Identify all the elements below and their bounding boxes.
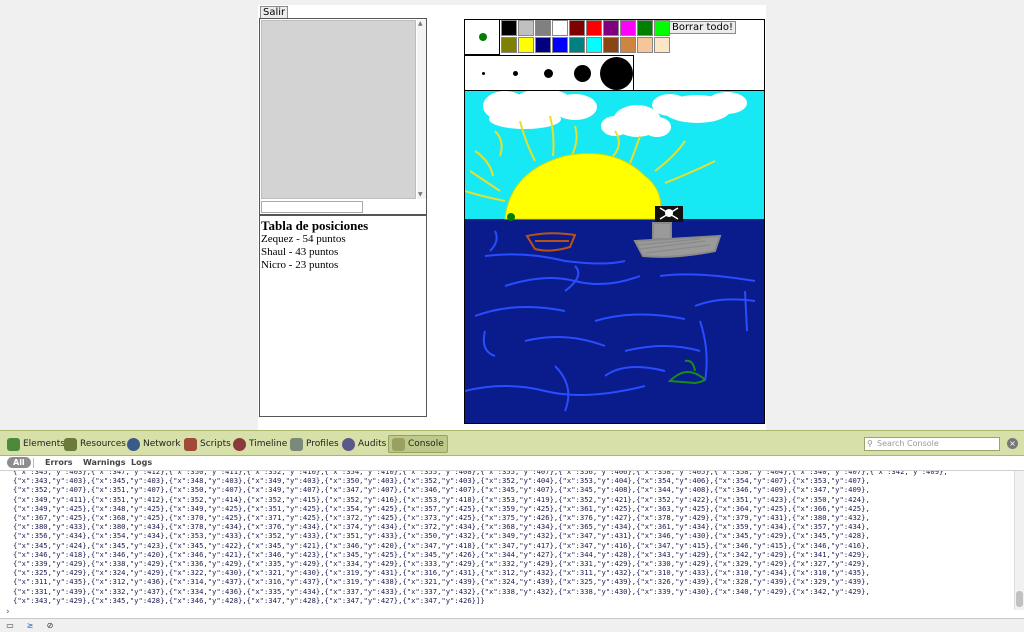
scoreboard: Tabla de posiciones Zequez - 54 puntos S… [259, 215, 427, 417]
color-swatch[interactable] [569, 37, 585, 53]
console-line: {"x":346,"y":418},{"x":346,"y":420},{"x"… [13, 549, 870, 559]
tab-console[interactable]: Console [388, 435, 448, 453]
chat-panel: ▲ ▼ [259, 18, 427, 215]
current-color-dot [479, 33, 487, 41]
filter-logs[interactable]: Logs [131, 458, 152, 467]
audits-icon [342, 437, 355, 451]
color-swatch[interactable] [552, 37, 568, 53]
color-swatch[interactable] [569, 20, 585, 36]
console-line: {"x":345,"y":424},{"x":345,"y":423},{"x"… [13, 540, 870, 550]
console-line: {"x":311,"y":435},{"x":312,"y":436},{"x"… [13, 577, 870, 587]
scrollbar-thumb[interactable] [1016, 591, 1023, 607]
tab-profiles[interactable]: Profiles [287, 435, 342, 453]
scroll-down-icon[interactable]: ▼ [418, 191, 423, 198]
elements-icon [7, 437, 20, 451]
brush-size-3[interactable] [544, 69, 553, 78]
score-row: Shaul - 43 puntos [261, 246, 339, 258]
console-line: {"x":349,"y":411},{"x":351,"y":412},{"x"… [13, 494, 870, 504]
drawing-canvas[interactable] [464, 90, 765, 424]
console-line: {"x":367,"y":425},{"x":368,"y":425},{"x"… [13, 513, 870, 523]
profiles-icon [290, 437, 303, 451]
tab-resources[interactable]: Resources [61, 435, 129, 453]
clear-all-button[interactable]: Borrar todo! [669, 21, 736, 34]
console-icon [392, 437, 405, 451]
color-swatch[interactable] [654, 20, 670, 36]
search-icon: ⚲ [867, 439, 873, 448]
color-swatch[interactable] [552, 20, 568, 36]
color-swatch[interactable] [586, 37, 602, 53]
color-swatch[interactable] [586, 20, 602, 36]
resources-icon [64, 437, 77, 451]
console-line: {"x":325,"y":429},{"x":324,"y":429},{"x"… [13, 568, 870, 578]
tab-elements[interactable]: Elements [4, 435, 68, 453]
tab-scripts[interactable]: Scripts [181, 435, 234, 453]
color-swatch[interactable] [603, 37, 619, 53]
tab-audits[interactable]: Audits [339, 435, 389, 453]
brush-size-2[interactable] [513, 71, 518, 76]
console-prompt[interactable]: › [0, 607, 1024, 618]
dock-icon[interactable]: ▭ [4, 621, 16, 631]
console-line: {"x":349,"y":425},{"x":348,"y":425},{"x"… [13, 503, 870, 513]
console-scrollbar[interactable] [1014, 471, 1024, 610]
color-swatch[interactable] [620, 20, 636, 36]
filter-errors[interactable]: Errors [45, 458, 73, 467]
filter-divider [33, 458, 34, 468]
console-line: {"x":343,"y":403},{"x":345,"y":403},{"x"… [13, 476, 870, 486]
console-line: {"x":352,"y":407},{"x":351,"y":407},{"x"… [13, 485, 870, 495]
console-line: {"x":380,"y":433},{"x":380,"y":434},{"x"… [13, 522, 870, 532]
color-swatch[interactable] [501, 37, 517, 53]
console-line: {"x":331,"y":439},{"x":332,"y":437},{"x"… [13, 586, 870, 596]
color-swatch[interactable] [501, 20, 517, 36]
console-line: {"x":339,"y":429},{"x":338,"y":429},{"x"… [13, 559, 870, 569]
chat-scrollbar[interactable]: ▲ ▼ [417, 20, 426, 199]
current-color-indicator [465, 19, 500, 55]
filter-warnings[interactable]: Warnings [83, 458, 126, 467]
color-swatch[interactable] [518, 37, 534, 53]
devtools-statusbar: ▭ ≥ ⊘ [0, 618, 1024, 632]
color-swatch[interactable] [603, 20, 619, 36]
network-icon [127, 437, 140, 451]
timeline-icon [233, 437, 246, 451]
scoreboard-title: Tabla de posiciones [261, 218, 369, 233]
console-line: {"x":343,"y":429},{"x":345,"y":428},{"x"… [13, 595, 485, 605]
devtools-toolbar: Elements Resources Network Scripts Timel… [0, 430, 1024, 456]
filter-all[interactable]: All [7, 457, 31, 468]
tab-network[interactable]: Network [124, 435, 184, 453]
search-console-input[interactable]: ⚲ Search Console [864, 437, 1000, 451]
chat-log [261, 20, 416, 199]
chat-input[interactable] [261, 201, 363, 213]
score-row: Zequez - 54 puntos [261, 233, 346, 245]
color-swatch[interactable] [518, 20, 534, 36]
prompt-caret-icon: › [5, 607, 11, 617]
brush-size-4[interactable] [574, 65, 591, 82]
scroll-up-icon[interactable]: ▲ [418, 20, 423, 27]
clear-console-icon[interactable]: ⊘ [44, 621, 56, 631]
console-line: {"x":356,"y":434},{"x":354,"y":434},{"x"… [13, 531, 870, 541]
color-swatch[interactable] [535, 37, 551, 53]
devtools-panel: Elements Resources Network Scripts Timel… [0, 430, 1024, 632]
color-palette [501, 20, 670, 53]
scripts-icon [184, 437, 197, 451]
console-output[interactable]: {"x":345,"y":403},{"x":347,"y":412},{"x"… [0, 471, 1014, 610]
tab-timeline[interactable]: Timeline [230, 435, 290, 453]
console-filter-bar: All Errors Warnings Logs [0, 456, 1024, 471]
brush-size-1[interactable] [482, 72, 485, 75]
color-swatch[interactable] [620, 37, 636, 53]
brush-size-selector [465, 55, 634, 91]
score-row: Nicro - 23 puntos [261, 259, 339, 271]
brush-size-5[interactable] [600, 57, 633, 90]
close-icon[interactable]: × [1007, 438, 1018, 449]
console-drawer-icon[interactable]: ≥ [24, 621, 36, 631]
color-swatch[interactable] [535, 20, 551, 36]
color-swatch[interactable] [637, 37, 653, 53]
color-swatch[interactable] [637, 20, 653, 36]
color-swatch[interactable] [654, 37, 670, 53]
